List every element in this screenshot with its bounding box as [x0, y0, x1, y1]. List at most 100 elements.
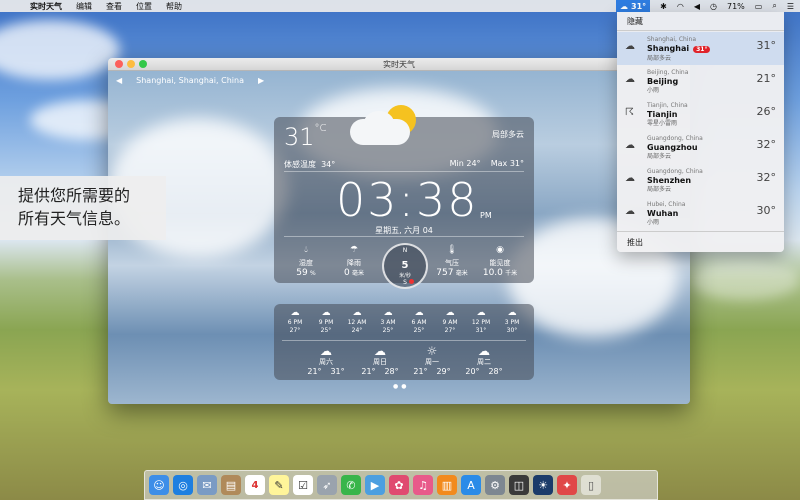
- rain-cloud-icon: ☁: [625, 74, 635, 85]
- menubar-weather-item[interactable]: ☁ 31°: [616, 0, 651, 12]
- menu-edit[interactable]: 编辑: [76, 1, 92, 12]
- forecast-panel: ☁ 6 PM 27° ☁ 9 PM 25° ☁ 12 AM 24° ☁ 3 AM 25° ☁ 6 …: [274, 304, 534, 380]
- hourly-item: ☁ 6 PM 27°: [280, 308, 310, 335]
- bluetooth-icon[interactable]: ✱: [660, 2, 667, 11]
- volume-icon[interactable]: ◀: [694, 2, 700, 11]
- day-high: 28°: [488, 367, 503, 376]
- city-temp: 21°: [756, 72, 777, 85]
- hourly-item: ☁ 12 PM 31°: [466, 308, 496, 335]
- desktop-cloud: [0, 20, 120, 80]
- city-item-wuhan[interactable]: ☁ Hubei, China Wuhan 小雨 30°: [617, 197, 784, 230]
- city-item-shanghai[interactable]: ☁ Shanghai, China Shanghai 31° 局部多云 31°: [617, 32, 784, 65]
- app-window: 实时天气 ◀ Shanghai, Shanghai, China ▶ 31°C …: [108, 58, 690, 404]
- hide-menu-item[interactable]: 隐藏: [617, 12, 784, 29]
- hourly-item: ☁ 9 PM 25°: [311, 308, 341, 335]
- partly-cloudy-icon: ☁: [625, 140, 635, 151]
- facetime-icon[interactable]: ▶: [365, 475, 385, 495]
- next-location-icon[interactable]: ▶: [258, 76, 264, 85]
- hour-time: 9 AM: [442, 319, 458, 326]
- rain-cloud-icon: ☁: [478, 344, 490, 358]
- calendar-icon[interactable]: 4: [245, 475, 265, 495]
- messages-icon[interactable]: ✆: [341, 475, 361, 495]
- sun-icon: ☼: [426, 344, 438, 358]
- app-store-icon[interactable]: A: [461, 475, 481, 495]
- weather-app-icon[interactable]: ☀: [533, 475, 553, 495]
- cloud-icon: ☁: [507, 308, 517, 318]
- pressure-label: 气压: [445, 259, 459, 267]
- menu-separator: [617, 30, 784, 31]
- notification-center-icon[interactable]: ☰: [787, 2, 794, 11]
- photos-icon[interactable]: ✿: [389, 475, 409, 495]
- reminders-icon[interactable]: ☑: [293, 475, 313, 495]
- menu-view[interactable]: 查看: [106, 1, 122, 12]
- menu-bar: 实时天气 编辑 查看 位置 帮助 ☁ 31° ✱ ◠ ◀ ◷ 71% ▭ ⌕ ☰: [0, 0, 800, 12]
- humidity-label: 湿度: [299, 259, 313, 267]
- menu-app-name[interactable]: 实时天气: [30, 1, 62, 12]
- zoom-button[interactable]: [139, 60, 147, 68]
- misc-app-icon[interactable]: ✦: [557, 475, 577, 495]
- finder-icon[interactable]: ☺: [149, 475, 169, 495]
- cloud-icon: ☁: [383, 308, 393, 318]
- temp-badge: 31°: [693, 46, 711, 53]
- hour-temp: 30°: [506, 327, 518, 334]
- system-preferences-icon[interactable]: ⚙: [485, 475, 505, 495]
- rain-unit: 毫米: [351, 270, 364, 277]
- hour-time: 3 AM: [380, 319, 396, 326]
- day-name: 周六: [319, 358, 333, 366]
- quit-menu-item[interactable]: 推出: [617, 233, 784, 252]
- activity-monitor-icon[interactable]: ◫: [509, 475, 529, 495]
- time-machine-icon[interactable]: ◷: [710, 2, 717, 11]
- hour-time: 6 AM: [411, 319, 427, 326]
- hourly-item: ☁ 3 PM 30°: [497, 308, 527, 335]
- hourly-item: ☁ 6 AM 25°: [404, 308, 434, 335]
- day-low: 21°: [413, 367, 428, 376]
- divider: [284, 236, 524, 237]
- mail-icon[interactable]: ✉: [197, 475, 217, 495]
- city-temp: 26°: [756, 105, 777, 118]
- cloud-icon: ☁: [414, 308, 424, 318]
- notes-icon[interactable]: ✎: [269, 475, 289, 495]
- hour-time: 3 PM: [504, 319, 520, 326]
- day-name: 周日: [373, 358, 387, 366]
- itunes-icon[interactable]: ♫: [413, 475, 433, 495]
- city-name-text: Shanghai: [647, 44, 690, 53]
- promo-caption: 提供您所需要的 所有天气信息。: [0, 176, 166, 240]
- launchpad-icon[interactable]: ➶: [317, 475, 337, 495]
- menu-help[interactable]: 帮助: [166, 1, 182, 12]
- contacts-icon[interactable]: ▤: [221, 475, 241, 495]
- rain-cloud-icon: ☁: [374, 344, 386, 358]
- wind-unit: 米/秒: [399, 273, 411, 279]
- hour-time: 12 PM: [471, 319, 491, 326]
- trash-icon[interactable]: ▯: [581, 475, 601, 495]
- city-condition: 局部多云: [647, 186, 672, 193]
- minimize-button[interactable]: [127, 60, 135, 68]
- rain-label: 降雨: [347, 259, 361, 267]
- search-icon[interactable]: ⌕: [772, 1, 776, 11]
- menu-location[interactable]: 位置: [136, 1, 152, 12]
- day-low: 21°: [307, 367, 322, 376]
- eye-icon: ◉: [496, 245, 504, 255]
- max-label: Max: [490, 159, 508, 168]
- city-condition: 小雨: [647, 219, 660, 226]
- humidity-stat: 💧︎ 湿度 59 %: [286, 245, 326, 278]
- safari-icon[interactable]: ◎: [173, 475, 193, 495]
- current-weather-panel: 31°C 局部多云 体感温度 34° Min 24° Max 31° 03:38…: [274, 105, 534, 289]
- ibooks-icon[interactable]: ▥: [437, 475, 457, 495]
- umbrella-icon: ☂: [349, 245, 359, 255]
- thunderstorm-icon: ☈: [625, 107, 634, 118]
- page-indicator[interactable]: ●●: [393, 383, 409, 390]
- wifi-icon[interactable]: ◠: [677, 2, 684, 11]
- city-item-beijing[interactable]: ☁ Beijing, China Beijing 小雨 21°: [617, 65, 784, 98]
- window-title: 实时天气: [383, 59, 415, 69]
- prev-location-icon[interactable]: ◀: [116, 76, 122, 85]
- city-item-guangzhou[interactable]: ☁ Guangdong, China Guangzhou 局部多云 32°: [617, 131, 784, 164]
- city-item-shenzhen[interactable]: ☁ Guangdong, China Shenzhen 局部多云 32°: [617, 164, 784, 197]
- hour-temp: 31°: [475, 327, 487, 334]
- close-button[interactable]: [115, 60, 123, 68]
- battery-icon[interactable]: ▭: [755, 2, 763, 11]
- city-condition: 局部多云: [647, 55, 672, 62]
- caption-line-2: 所有天气信息。: [18, 209, 131, 228]
- city-item-tianjin[interactable]: ☈ Tianjin, China Tianjin 零星小雷雨 26°: [617, 98, 784, 131]
- city-condition: 局部多云: [647, 153, 672, 160]
- clock-ampm: PM: [480, 211, 492, 220]
